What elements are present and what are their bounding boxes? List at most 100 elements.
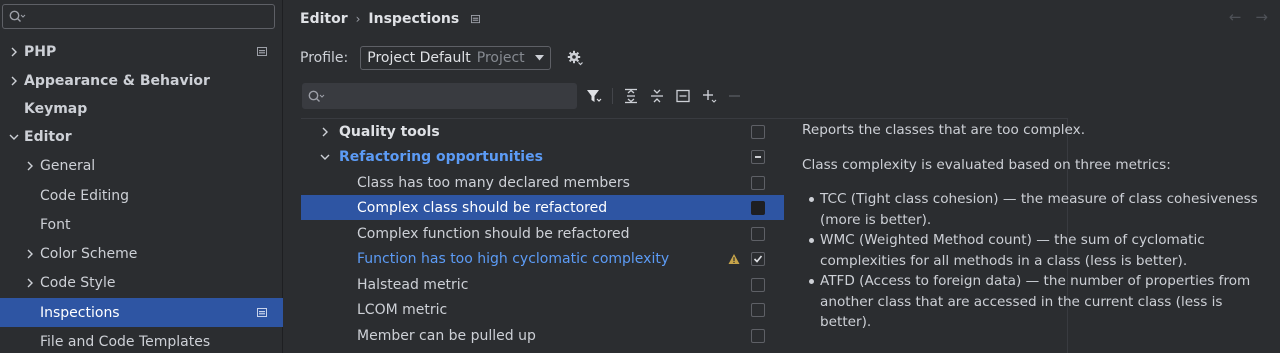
sidebar-item-label: Inspections xyxy=(40,304,120,321)
metrics-list: TCC (Tight class cohesion) — the measure… xyxy=(802,189,1272,333)
enable-checkbox[interactable] xyxy=(751,175,765,190)
description-metrics-intro: Class complexity is evaluated based on t… xyxy=(802,156,1171,173)
history-navigation: ← → xyxy=(1229,8,1268,26)
enable-checkbox[interactable] xyxy=(751,226,765,241)
gear-icon[interactable] xyxy=(567,50,583,66)
page-title: Inspections xyxy=(368,11,460,27)
settings-sidebar: PHP Appearance & Behavior Keymap Editor … xyxy=(0,0,283,353)
partial-check-icon xyxy=(755,155,761,158)
sidebar-item-color-scheme[interactable]: Color Scheme xyxy=(0,239,283,268)
chevron-down-icon xyxy=(9,134,19,140)
expand-all-icon[interactable] xyxy=(623,88,639,104)
project-scope-icon xyxy=(257,46,267,56)
enable-checkbox[interactable] xyxy=(751,302,765,317)
remove-icon xyxy=(729,95,740,97)
sidebar-item-keymap[interactable]: Keymap xyxy=(0,94,283,123)
tree-item[interactable]: Complex function should be refactored xyxy=(301,221,784,246)
bullet-icon xyxy=(809,197,814,202)
sidebar-item-code-style[interactable]: Code Style xyxy=(0,268,283,297)
search-icon xyxy=(9,10,26,22)
chevron-right-icon xyxy=(27,278,33,287)
reset-to-default-icon[interactable] xyxy=(675,88,691,104)
tree-item[interactable]: LCOM metric xyxy=(301,297,784,322)
metric-text: WMC (Weighted Method count) — the sum of… xyxy=(820,232,1205,269)
sidebar-item-label: Appearance & Behavior xyxy=(24,72,210,89)
chevron-right-icon xyxy=(27,161,33,170)
metric-item: TCC (Tight class cohesion) — the measure… xyxy=(802,189,1272,230)
chevron-right-icon xyxy=(322,127,328,136)
add-icon[interactable] xyxy=(701,88,717,104)
tree-item[interactable]: Member can be pulled up xyxy=(301,323,784,348)
tree-row-label: Function has too high cyclomatic complex… xyxy=(357,250,670,267)
collapse-all-icon[interactable] xyxy=(649,88,665,104)
tree-group-quality-tools[interactable]: Quality tools xyxy=(301,119,784,144)
sidebar-item-label: General xyxy=(40,157,96,174)
sidebar-item-label: Code Style xyxy=(40,274,116,291)
metric-text: ATFD (Access to foreign data) — the numb… xyxy=(820,273,1251,330)
tree-row-label: Member can be pulled up xyxy=(357,327,536,344)
tree-row-label: LCOM metric xyxy=(357,301,448,318)
checkmark-icon xyxy=(753,254,763,263)
tree-item[interactable]: Function has too high cyclomatic complex… xyxy=(301,246,784,271)
sidebar-item-editor[interactable]: Editor xyxy=(0,122,283,151)
sidebar-item-font[interactable]: Font xyxy=(0,210,283,239)
profile-label: Profile: xyxy=(300,50,349,66)
sidebar-item-appearance-behavior[interactable]: Appearance & Behavior xyxy=(0,66,283,95)
breadcrumb: Editor › Inspections xyxy=(300,10,481,28)
metric-item: ATFD (Access to foreign data) — the numb… xyxy=(802,271,1272,333)
bullet-icon xyxy=(809,238,814,243)
breadcrumb-separator: › xyxy=(355,12,361,26)
inspection-toolbar xyxy=(586,86,743,106)
project-scope-icon xyxy=(257,307,267,317)
profile-dropdown[interactable]: Project Default Project xyxy=(360,46,551,70)
tree-item-selected[interactable]: Complex class should be refactored xyxy=(301,195,784,220)
sidebar-item-label: File and Code Templates xyxy=(40,333,211,350)
enable-checkbox[interactable] xyxy=(751,124,765,139)
tree-row-label: Quality tools xyxy=(339,123,440,140)
sidebar-item-general[interactable]: General xyxy=(0,151,283,180)
profile-row: Profile: Project Default Project xyxy=(300,46,583,70)
enable-checkbox[interactable] xyxy=(751,251,765,266)
sidebar-item-label: Color Scheme xyxy=(40,245,138,262)
enable-checkbox[interactable] xyxy=(751,200,765,215)
inspection-search-input[interactable] xyxy=(302,83,577,109)
tree-group-refactoring-opportunities[interactable]: Refactoring opportunities xyxy=(301,144,784,169)
inspection-description: Reports the classes that are too complex… xyxy=(802,120,1272,333)
settings-search-input[interactable] xyxy=(2,4,275,29)
project-scope-icon xyxy=(471,14,481,23)
chevron-down-icon xyxy=(320,154,330,160)
bullet-icon xyxy=(809,279,814,284)
warning-icon xyxy=(728,253,740,264)
sidebar-item-label: PHP xyxy=(24,43,57,60)
metric-item: WMC (Weighted Method count) — the sum of… xyxy=(802,230,1272,271)
sidebar-item-php[interactable]: PHP xyxy=(0,37,283,66)
tree-row-label: Complex function should be refactored xyxy=(357,225,630,242)
enable-checkbox[interactable] xyxy=(751,328,765,343)
sidebar-item-inspections[interactable]: Inspections xyxy=(0,298,283,327)
tree-row-label: Complex class should be refactored xyxy=(357,199,608,216)
sidebar-item-code-editing[interactable]: Code Editing xyxy=(0,181,283,210)
sidebar-item-file-code-templates[interactable]: File and Code Templates xyxy=(0,327,283,353)
sidebar-item-label: Code Editing xyxy=(40,187,130,204)
metric-text: TCC (Tight class cohesion) — the measure… xyxy=(820,191,1258,228)
tree-item[interactable]: Halstead metric xyxy=(301,272,784,297)
dropdown-arrow-icon xyxy=(534,55,544,61)
tree-row-label: Halstead metric xyxy=(357,276,469,293)
toolbar-separator xyxy=(612,88,613,104)
filter-icon[interactable] xyxy=(586,88,602,104)
tree-row-label: Refactoring opportunities xyxy=(339,148,543,165)
profile-value: Project Default xyxy=(367,50,471,66)
back-arrow-icon[interactable]: ← xyxy=(1229,8,1242,26)
chevron-right-icon xyxy=(11,47,17,56)
sidebar-item-label: Keymap xyxy=(24,100,88,117)
search-icon xyxy=(308,90,325,102)
enable-checkbox[interactable] xyxy=(751,277,765,292)
forward-arrow-icon[interactable]: → xyxy=(1255,8,1268,26)
chevron-right-icon xyxy=(27,249,33,258)
description-intro: Reports the classes that are too complex… xyxy=(802,122,1086,138)
breadcrumb-parent[interactable]: Editor xyxy=(300,11,348,27)
tree-row-label: Class has too many declared members xyxy=(357,174,630,191)
settings-content: Editor › Inspections ← → Profile: Projec… xyxy=(284,0,1280,353)
tree-item[interactable]: Class has too many declared members xyxy=(301,170,784,195)
enable-checkbox[interactable] xyxy=(751,149,765,164)
